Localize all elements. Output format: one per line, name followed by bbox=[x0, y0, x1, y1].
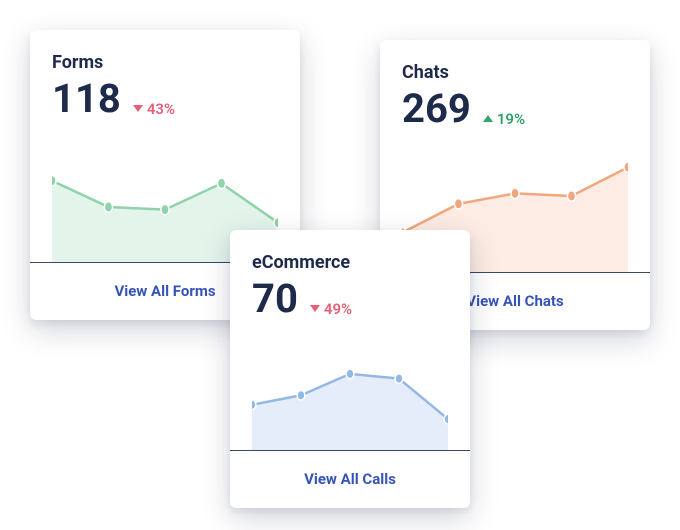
delta-indicator: 43% bbox=[133, 100, 175, 118]
arrow-up-icon bbox=[483, 115, 493, 122]
delta-indicator: 19% bbox=[483, 110, 525, 128]
delta-indicator: 49% bbox=[310, 300, 352, 318]
view-all-calls-link[interactable]: View All Calls bbox=[304, 470, 396, 488]
card-title: Forms bbox=[52, 52, 278, 73]
sparkline-chart bbox=[252, 331, 448, 450]
card-title: eCommerce bbox=[252, 252, 448, 273]
card-title: Chats bbox=[402, 62, 628, 83]
value-row: 70 49% bbox=[252, 279, 448, 319]
metric-value: 118 bbox=[52, 79, 121, 119]
delta-text: 49% bbox=[324, 300, 352, 318]
card-body: Forms 118 43% bbox=[30, 30, 300, 262]
delta-text: 19% bbox=[497, 110, 525, 128]
view-all-chats-link[interactable]: View All Chats bbox=[466, 292, 563, 310]
card-body: eCommerce 70 49% bbox=[230, 230, 470, 450]
view-all-forms-link[interactable]: View All Forms bbox=[114, 282, 215, 300]
metric-value: 70 bbox=[252, 279, 298, 319]
delta-text: 43% bbox=[147, 100, 175, 118]
metric-value: 269 bbox=[402, 89, 471, 129]
arrow-down-icon bbox=[310, 305, 320, 312]
card-ecommerce: eCommerce 70 49% View All Calls bbox=[230, 230, 470, 508]
value-row: 269 19% bbox=[402, 89, 628, 129]
card-footer: View All Calls bbox=[230, 450, 470, 508]
value-row: 118 43% bbox=[52, 79, 278, 119]
arrow-down-icon bbox=[133, 105, 143, 112]
